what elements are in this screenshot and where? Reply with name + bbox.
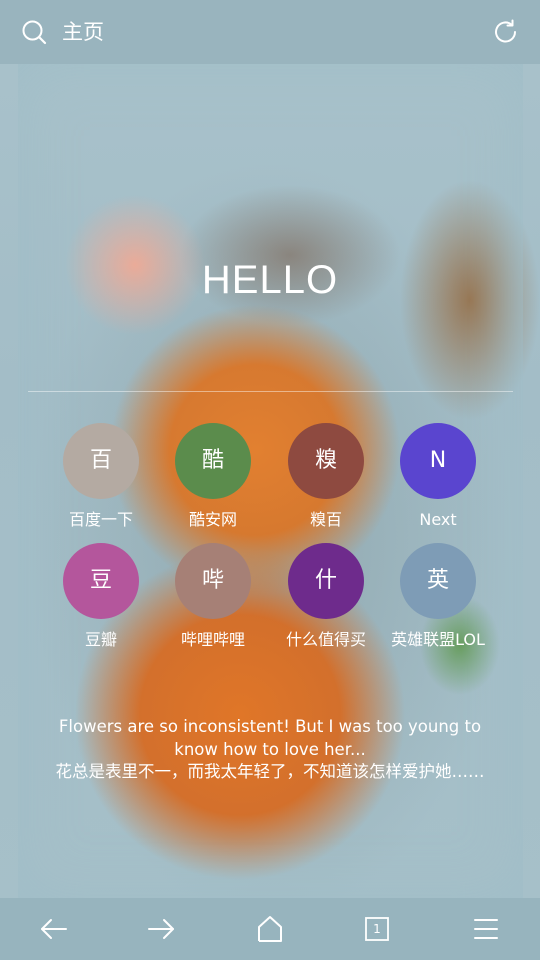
- hello-heading: HELLO: [201, 258, 339, 302]
- browser-home-screen: 主页 HELLO 百 百度一下 酷 酷安网 糗 糗百 N Next 豆 豆瓣 哔…: [0, 0, 540, 960]
- forward-button[interactable]: [144, 912, 178, 946]
- search-button[interactable]: [20, 18, 48, 46]
- shortcut-icon-bilibili: 哔: [175, 543, 251, 619]
- page-title: 主页: [62, 20, 104, 44]
- home-button[interactable]: [253, 912, 287, 946]
- shortcut-next[interactable]: N Next: [382, 423, 494, 543]
- top-bar: 主页: [0, 0, 540, 64]
- quote-text: Flowers are so inconsistent! But I was t…: [55, 716, 485, 784]
- shortcut-icon-next: N: [400, 423, 476, 499]
- tabs-button[interactable]: 1: [360, 912, 394, 946]
- shortcut-icon-smzdm: 什: [288, 543, 364, 619]
- shortcut-lol[interactable]: 英 英雄联盟LOL: [382, 543, 494, 663]
- arrow-left-icon: [41, 919, 67, 939]
- shortcut-douban[interactable]: 豆 豆瓣: [45, 543, 157, 663]
- quote-chinese: 花总是表里不一，而我太年轻了，不知道该怎样爱护她……: [55, 762, 485, 781]
- shortcut-icon-baidu: 百: [63, 423, 139, 499]
- refresh-button[interactable]: [491, 17, 521, 47]
- shortcut-icon-coolapk: 酷: [175, 423, 251, 499]
- refresh-icon: [495, 19, 516, 43]
- shortcut-smzdm[interactable]: 什 什么值得买: [270, 543, 382, 663]
- tabs-count: 1: [373, 922, 381, 936]
- shortcut-bilibili[interactable]: 哔 哔哩哔哩: [157, 543, 269, 663]
- back-button[interactable]: [37, 912, 71, 946]
- home-icon: [258, 916, 282, 942]
- shortcut-baidu[interactable]: 百 百度一下: [45, 423, 157, 543]
- menu-button[interactable]: [469, 912, 503, 946]
- shortcut-qiushibaike[interactable]: 糗 糗百: [270, 423, 382, 543]
- shortcut-coolapk[interactable]: 酷 酷安网: [157, 423, 269, 543]
- shortcut-label: Next: [419, 510, 457, 529]
- shortcut-label: 英雄联盟LOL: [391, 630, 485, 649]
- menu-icon: [474, 919, 498, 939]
- shortcut-icon-douban: 豆: [63, 543, 139, 619]
- arrow-right-icon: [148, 919, 174, 939]
- shortcut-icon-lol: 英: [400, 543, 476, 619]
- divider: [28, 391, 513, 392]
- search-icon: [22, 20, 47, 45]
- shortcut-icon-qiushibaike: 糗: [288, 423, 364, 499]
- quote-english: Flowers are so inconsistent! But I was t…: [58, 717, 482, 759]
- bottom-nav-bar: 1: [0, 898, 540, 960]
